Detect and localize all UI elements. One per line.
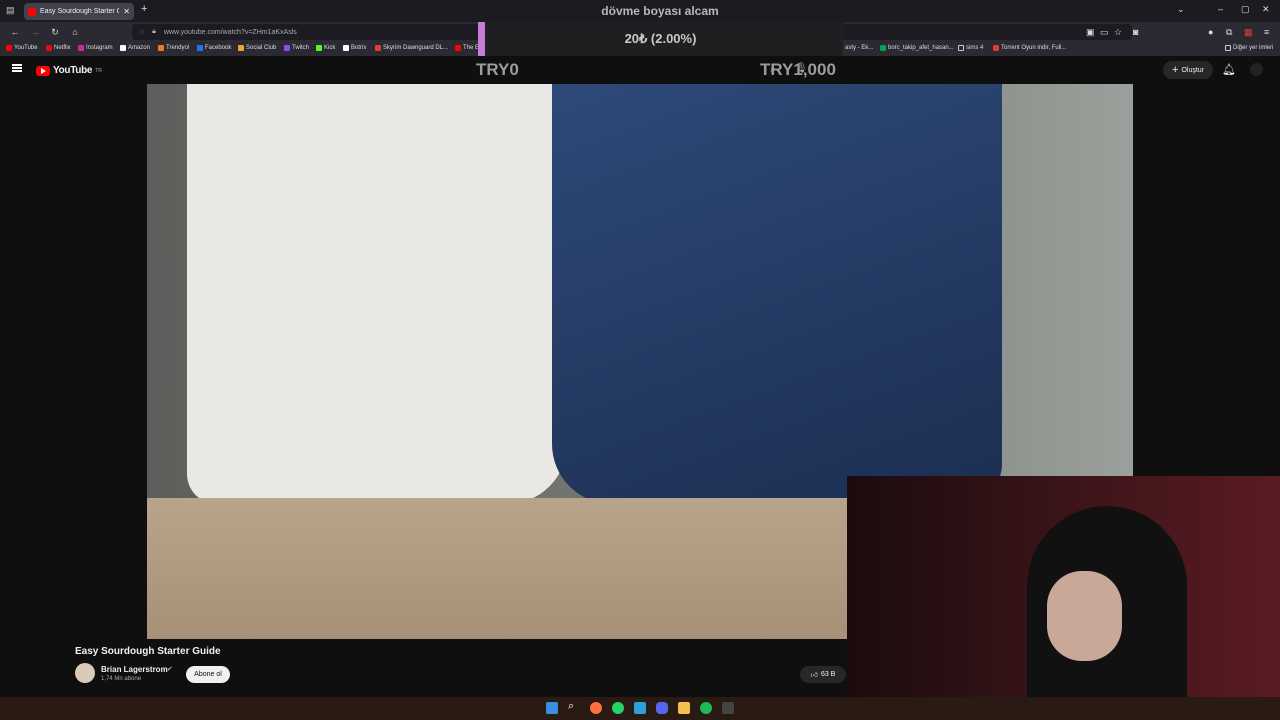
video-white-shirt [187, 84, 567, 504]
whatsapp-icon[interactable] [612, 702, 624, 714]
bookmark-torrent[interactable]: Torrent Oyun indir, Full... [993, 45, 1066, 51]
bookmark-facebook[interactable]: Facebook [197, 45, 231, 51]
torrent-icon [993, 45, 999, 51]
like-count: 63 B [820, 671, 836, 678]
tab-title: Easy Sourdough Starter Guide [40, 8, 119, 15]
bookmark-the-e[interactable]: The E [455, 45, 479, 51]
reader-view-icon[interactable]: ▣ [1086, 27, 1095, 38]
spotify-icon[interactable] [700, 702, 712, 714]
skyrim-icon [375, 45, 381, 51]
donation-goal-title: dövme boyası alcam [601, 4, 719, 18]
bookmark-star-icon[interactable]: ☆ [1114, 27, 1122, 38]
subscribe-button[interactable]: Abone ol [186, 666, 230, 683]
facebook-icon [197, 45, 203, 51]
browser-tab[interactable]: Easy Sourdough Starter Guide ✕ [24, 3, 134, 20]
goal-start-label: TRY0 [476, 60, 519, 79]
sheets-icon [880, 45, 886, 51]
youtube-play-icon [36, 65, 50, 76]
telegram-icon[interactable] [634, 702, 646, 714]
discord-icon[interactable] [656, 702, 668, 714]
like-button[interactable]: 👍︎ 63 B [800, 666, 846, 683]
plus-icon: + [1172, 64, 1179, 76]
tab-list-icon[interactable]: ▤ [6, 5, 15, 16]
video-denim-apron [552, 84, 1002, 504]
user-avatar[interactable] [1250, 63, 1263, 76]
channel-avatar[interactable] [75, 663, 95, 683]
youtube-logo[interactable]: YouTube TR [36, 65, 102, 76]
youtube-icon [6, 45, 12, 51]
instagram-icon [78, 45, 84, 51]
extensions-icon[interactable]: ⧉ [1226, 27, 1232, 38]
bookmark-amazon[interactable]: Amazon [120, 45, 150, 51]
bookmark-twitch[interactable]: Twitch [284, 45, 309, 51]
other-bookmarks[interactable]: Diğer yer imleri [1225, 45, 1273, 51]
video-title: Easy Sourdough Starter Guide [75, 646, 221, 657]
create-button[interactable]: + Oluştur [1163, 61, 1213, 79]
bookmark-sims-4[interactable]: sims 4 [958, 45, 983, 51]
folder-icon [1225, 45, 1231, 51]
home-icon[interactable]: ⌂ [70, 27, 80, 37]
kick-icon [316, 45, 322, 51]
verified-badge-icon: ✔ [167, 666, 173, 673]
close-tab-icon[interactable]: ✕ [123, 7, 130, 16]
botrix-icon [343, 45, 349, 51]
amazon-icon [120, 45, 126, 51]
webcam-face [1047, 571, 1122, 661]
bookmark-instagram[interactable]: Instagram [78, 45, 113, 51]
youtube-header: YouTube TR ⌕ 🎙︎ + Oluştur 🔔︎ [0, 56, 1280, 84]
close-window-button[interactable]: ✕ [1262, 4, 1270, 15]
maximize-button[interactable]: ▢ [1241, 4, 1250, 15]
create-label: Oluştur [1181, 66, 1204, 74]
youtube-wordmark: YouTube [53, 65, 93, 76]
extension-icon[interactable]: ▦ [1244, 27, 1253, 38]
trendyol-icon [158, 45, 164, 51]
thumbs-up-icon: 👍︎ [810, 672, 818, 679]
goal-end-label: TRY1,000 [760, 60, 836, 79]
app-menu-icon[interactable]: ≡ [1264, 27, 1269, 37]
webcam-overlay [847, 476, 1280, 720]
subscriber-count: 1,74 Mn abone [101, 676, 142, 682]
shield-icon[interactable]: ◌ [140, 29, 144, 36]
firefox-icon[interactable] [590, 702, 602, 714]
file-explorer-icon[interactable] [678, 702, 690, 714]
bookmark-social-club[interactable]: Social Club [238, 45, 276, 51]
lock-icon: 🔒︎ [152, 28, 156, 35]
back-icon[interactable]: ← [10, 27, 20, 37]
notifications-bell-icon[interactable]: 🔔︎ [1222, 63, 1236, 76]
bookmark-asty[interactable]: asty - Ek... [845, 45, 873, 51]
app-icon[interactable] [722, 702, 734, 714]
the-e-icon [455, 45, 461, 51]
minimize-button[interactable]: – [1218, 4, 1223, 14]
bookmark-borc-takip[interactable]: borc_takip_afet_hasan... [880, 45, 954, 51]
forward-icon[interactable]: → [30, 27, 40, 37]
bookmark-netflix[interactable]: Netflix [46, 45, 71, 51]
picture-in-picture-icon[interactable]: ▭ [1100, 27, 1109, 38]
youtube-favicon-icon [28, 7, 36, 16]
screenshot-icon[interactable]: ◙ [1133, 27, 1138, 37]
social-club-icon [238, 45, 244, 51]
bookmark-youtube[interactable]: YouTube [6, 45, 38, 51]
bookmark-skyrim[interactable]: Skyrim Dawnguard DL... [375, 45, 448, 51]
menu-icon[interactable] [12, 64, 22, 72]
donation-progress-text: 20₺ (2.00%) [624, 31, 697, 46]
search-icon[interactable]: ⌕ [568, 700, 580, 712]
new-tab-button[interactable]: + [141, 3, 147, 15]
url-text[interactable]: www.youtube.com/watch?v=ZHm1aKxAsls [164, 29, 297, 36]
windows-start-icon[interactable] [546, 702, 558, 714]
bookmark-kick[interactable]: Kick [316, 45, 335, 51]
reload-icon[interactable]: ↻ [50, 27, 60, 38]
twitch-icon [284, 45, 290, 51]
bookmark-botrix[interactable]: Botrix [343, 45, 366, 51]
region-code: TR [95, 67, 102, 74]
bookmark-trendyol[interactable]: Trendyol [158, 45, 189, 51]
account-icon[interactable]: ● [1208, 27, 1213, 37]
windows-taskbar: ⌕ [0, 697, 1280, 720]
donation-goal-bar: 20₺ (2.00%) [478, 22, 843, 56]
netflix-icon [46, 45, 52, 51]
channel-name[interactable]: Brian Lagerstrom [101, 665, 168, 674]
folder-icon [958, 45, 964, 51]
tab-overflow-icon[interactable]: ⌄ [1177, 4, 1185, 15]
